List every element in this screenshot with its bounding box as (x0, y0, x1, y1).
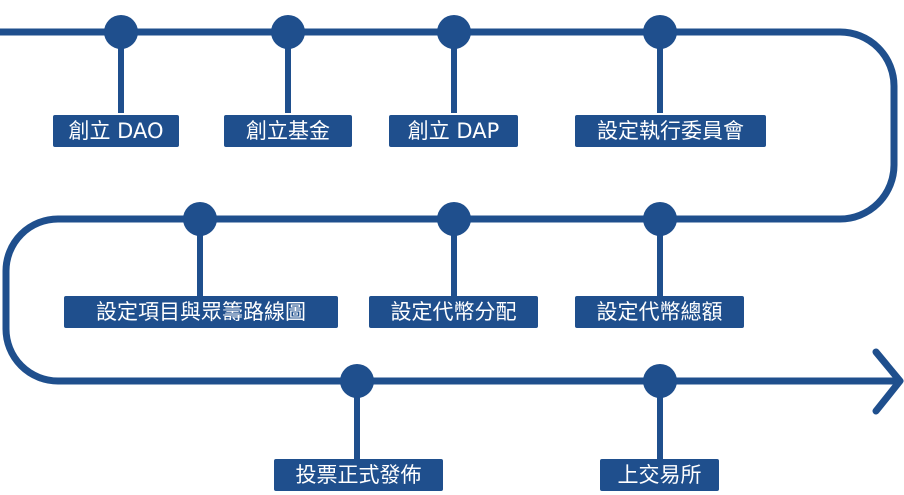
step-node (437, 202, 471, 236)
step-node (271, 15, 305, 49)
roadmap-path (0, 15, 904, 460)
step-node (340, 364, 374, 398)
step-label-exchange: 上交易所 (600, 459, 719, 491)
step-label-create-dap: 創立 DAP (389, 115, 518, 147)
step-label-token-supply: 設定代幣總額 (575, 296, 744, 328)
step-node (643, 364, 677, 398)
step-node (104, 15, 138, 49)
step-node (437, 15, 471, 49)
step-label-vote-launch: 投票正式發佈 (274, 459, 443, 491)
step-label-exec-committee: 設定執行委員會 (575, 115, 766, 147)
step-node (643, 15, 677, 49)
step-label-create-fund: 創立基金 (224, 115, 352, 147)
step-label-create-dao: 創立 DAO (53, 115, 179, 147)
step-label-token-allocation: 設定代幣分配 (369, 296, 538, 328)
step-node (183, 202, 217, 236)
step-node (643, 202, 677, 236)
step-label-project-roadmap: 設定項目與眾籌路線圖 (64, 296, 338, 328)
